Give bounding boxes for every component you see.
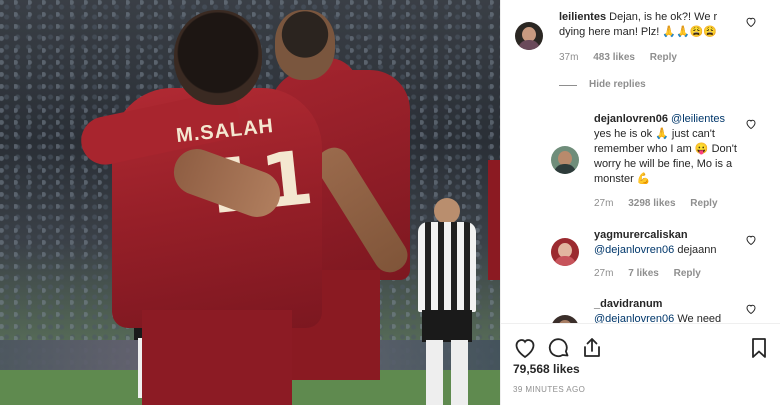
reply-button[interactable]: Reply	[674, 268, 701, 279]
comments-list[interactable]: leilientes Dejan, is he ok?! We r dying …	[501, 0, 780, 323]
avatar[interactable]	[515, 22, 543, 50]
comment-mention[interactable]: @leilientes	[671, 113, 725, 125]
comment-meta: 27m 7 likes Reply	[594, 268, 713, 279]
avatar[interactable]	[551, 146, 579, 174]
heart-icon[interactable]	[513, 336, 537, 360]
share-icon[interactable]	[580, 336, 604, 360]
comment-mention[interactable]: @dejanlovren06	[594, 244, 674, 256]
comment-text: leilientes Dejan, is he ok?! We r dying …	[559, 10, 739, 40]
comment-text: yagmurercaliskan @dejanlovren06 dejaann	[594, 228, 744, 258]
comment-username[interactable]: leilientes	[559, 11, 606, 23]
comment-body: dejaann	[677, 244, 717, 256]
comment-time: 27m	[594, 268, 614, 279]
comment-likes[interactable]: 483 likes	[593, 52, 635, 63]
post-timestamp[interactable]: 39 MINUTES AGO	[513, 385, 585, 394]
avatar[interactable]	[551, 238, 579, 266]
comment-icon[interactable]	[547, 336, 571, 360]
comment-text: dejanlovren06 @leilientes yes he is ok 🙏…	[594, 112, 744, 187]
avatar[interactable]	[551, 315, 579, 323]
comment-mention[interactable]: @dejanlovren06	[594, 313, 674, 323]
heart-icon[interactable]	[745, 234, 757, 246]
comment-meta: 37m 483 likes Reply	[559, 52, 689, 63]
comment-body: yes he is ok 🙏 just can't remember who I…	[594, 128, 737, 185]
comment-body: We need	[677, 313, 722, 323]
reply-button[interactable]: Reply	[650, 52, 677, 63]
post-photo[interactable]: M.SALAH 11	[0, 0, 500, 405]
heart-icon[interactable]	[745, 16, 757, 28]
comment-username[interactable]: dejanlovren06	[594, 113, 668, 125]
comment-username[interactable]: _davidranum	[594, 298, 662, 310]
comment-likes[interactable]: 7 likes	[628, 268, 659, 279]
comment-text: _davidranum @dejanlovren06 We need	[594, 297, 744, 323]
comment-time: 37m	[559, 52, 579, 63]
player-salah: M.SALAH 11	[76, 10, 322, 405]
comment-time: 27m	[594, 198, 614, 209]
bookmark-icon[interactable]	[747, 336, 771, 360]
heart-icon[interactable]	[745, 118, 757, 130]
comment-likes[interactable]: 3298 likes	[628, 198, 675, 209]
comment-meta: 27m 3298 likes Reply	[594, 198, 730, 209]
hide-replies-button[interactable]: Hide replies	[559, 79, 646, 90]
heart-icon[interactable]	[745, 303, 757, 315]
likes-count[interactable]: 79,568 likes	[513, 362, 580, 376]
comments-panel: leilientes Dejan, is he ok?! We r dying …	[500, 0, 780, 405]
reply-button[interactable]: Reply	[690, 198, 717, 209]
comment-username[interactable]: yagmurercaliskan	[594, 229, 688, 241]
